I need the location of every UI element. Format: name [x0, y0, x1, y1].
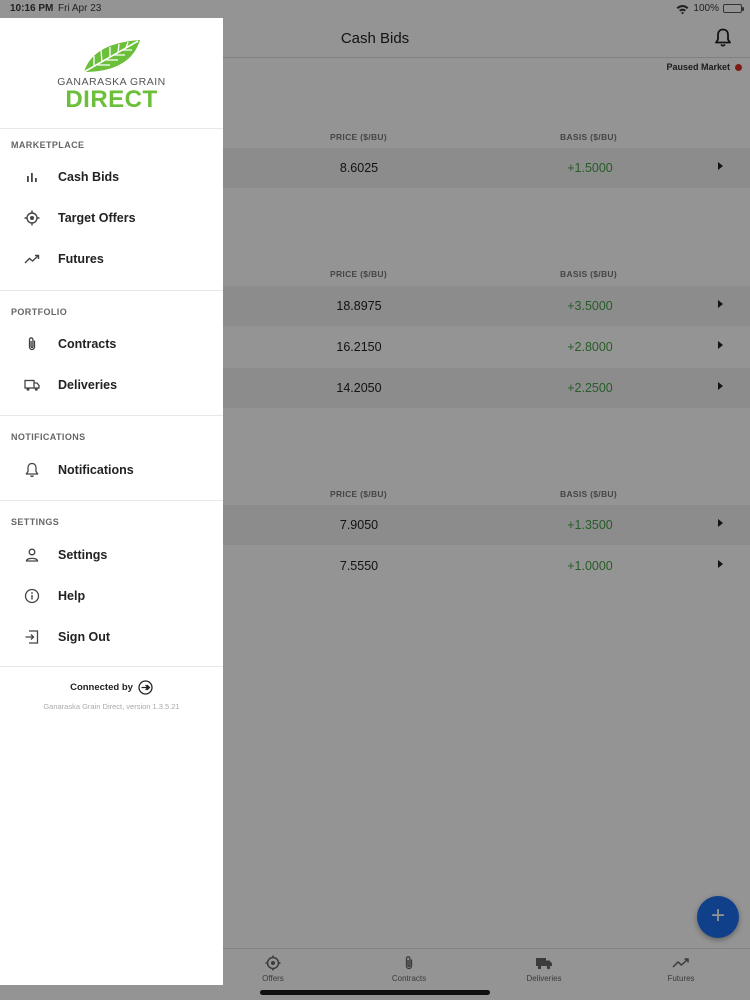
home-indicator — [260, 990, 490, 995]
divider — [0, 500, 223, 501]
drawer-item-deliveries[interactable]: Deliveries — [0, 368, 223, 402]
target-icon — [24, 210, 40, 226]
brand-logo: GANARASKA GRAIN DIRECT — [0, 18, 223, 128]
bell-icon — [25, 462, 39, 478]
divider — [0, 128, 223, 129]
drawer-item-label: Target Offers — [58, 211, 136, 225]
app-version: Ganaraska Grain Direct, version 1.3.5.21 — [43, 702, 180, 711]
drawer-item-label: Sign Out — [58, 630, 111, 644]
drawer-item-contracts[interactable]: Contracts — [0, 327, 223, 361]
group-label-settings: SETTINGS — [11, 517, 60, 527]
leaf-logo-icon — [83, 40, 140, 73]
drawer-item-label: Settings — [58, 548, 108, 562]
drawer-item-label: Notifications — [58, 463, 134, 477]
partner-logo-icon — [138, 680, 153, 695]
person-icon — [25, 548, 39, 562]
drawer-item-label: Help — [58, 589, 86, 603]
battery-icon — [723, 4, 744, 13]
paperclip-icon — [28, 337, 36, 351]
connected-by-label: Connected by — [70, 682, 133, 693]
sign-out-icon — [25, 630, 39, 644]
drawer-item-label: Futures — [58, 252, 104, 266]
drawer-item-cash-bids[interactable]: Cash Bids — [0, 160, 223, 194]
status-right: 100% — [676, 3, 744, 14]
navigation-drawer: GANARASKA GRAIN DIRECT MARKETPLACE Cash … — [0, 18, 223, 985]
status-time: 10:16 PM — [10, 3, 54, 14]
drawer-item-label: Cash Bids — [58, 170, 120, 184]
drawer-item-settings[interactable]: Settings — [0, 538, 223, 572]
battery-percent: 100% — [693, 3, 719, 14]
divider — [0, 290, 223, 291]
drawer-item-futures[interactable]: Futures — [0, 242, 223, 276]
drawer-item-sign-out[interactable]: Sign Out — [0, 620, 223, 654]
divider — [0, 666, 223, 667]
group-label-portfolio: PORTFOLIO — [11, 307, 68, 317]
drawer-item-label: Deliveries — [58, 378, 118, 392]
info-icon — [24, 588, 40, 604]
wifi-icon — [676, 4, 689, 14]
group-label-notifications: NOTIFICATIONS — [11, 432, 86, 442]
divider — [0, 415, 223, 416]
drawer-item-help[interactable]: Help — [0, 579, 223, 613]
drawer-item-notifications[interactable]: Notifications — [0, 453, 223, 487]
brand-name-main: DIRECT — [65, 86, 158, 113]
group-label-marketplace: MARKETPLACE — [11, 140, 85, 150]
drawer-item-target-offers[interactable]: Target Offers — [0, 201, 223, 235]
status-bar: 10:16 PM Fri Apr 23 100% — [0, 0, 750, 18]
status-date: Fri Apr 23 — [58, 3, 102, 14]
trend-icon — [24, 254, 40, 264]
connected-by: Connected by — [0, 680, 223, 695]
drawer-item-label: Contracts — [58, 337, 117, 351]
bar-chart-icon — [27, 173, 37, 182]
truck-icon — [24, 379, 40, 391]
